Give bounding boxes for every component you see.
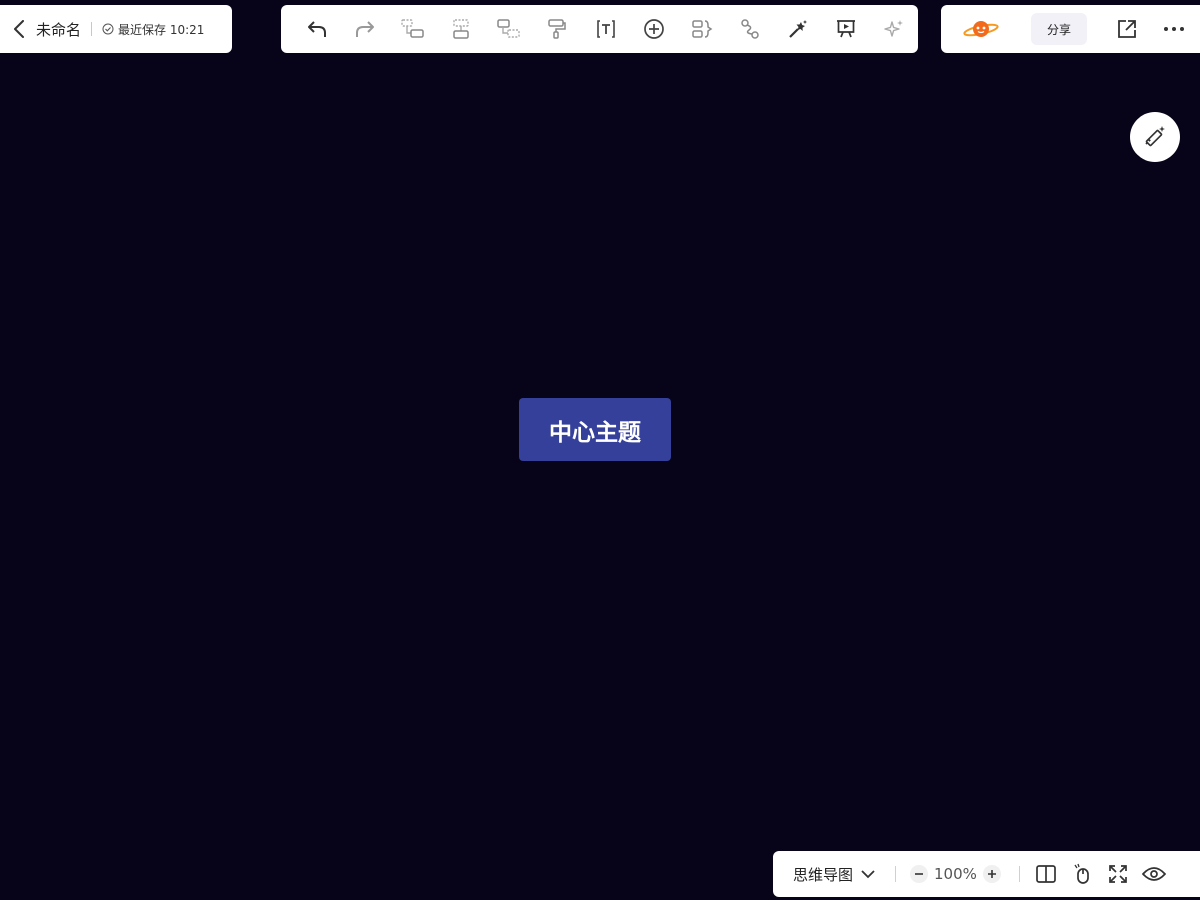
save-status: 最近保存 10:21 [102,21,204,38]
toolbar [281,5,918,53]
document-header: 未命名 最近保存 10:21 [0,5,232,53]
export-icon[interactable] [1111,13,1143,45]
undo-icon[interactable] [293,5,341,53]
add-parent-topic-icon[interactable] [485,5,533,53]
center-topic-node[interactable]: 中心主题 [519,398,671,461]
zoom-out-icon[interactable] [910,865,929,883]
relation-line-icon[interactable] [726,5,774,53]
app-logo-icon[interactable] [961,14,1001,44]
header-divider [91,22,93,36]
mode-label: 思维导图 [793,865,854,884]
zoom-level: 100% [934,865,977,883]
bottom-divider [895,866,897,882]
more-icon[interactable] [1158,13,1190,45]
insert-plus-icon[interactable] [630,5,678,53]
zoom-control: 100% [910,865,1001,883]
add-sibling-topic-icon[interactable] [437,5,485,53]
save-status-text: 最近保存 10:21 [118,22,205,37]
document-title[interactable]: 未命名 [36,19,81,40]
mode-dropdown[interactable]: 思维导图 [793,864,875,885]
add-child-topic-icon[interactable] [389,5,437,53]
ai-sparkle-icon[interactable] [870,5,918,53]
fullscreen-icon[interactable] [1100,856,1136,892]
preview-eye-icon[interactable] [1136,856,1172,892]
text-icon[interactable] [581,5,629,53]
style-magic-icon[interactable] [774,5,822,53]
magic-wand-icon [1145,126,1165,147]
redo-icon[interactable] [341,5,389,53]
ai-assist-button[interactable] [1130,112,1180,162]
bottom-bar: 思维导图 100% [773,851,1200,897]
presentation-icon[interactable] [822,5,870,53]
check-circle-icon [102,23,114,35]
chevron-down-icon [861,870,875,879]
summary-icon[interactable] [678,5,726,53]
right-header: 分享 [941,5,1200,53]
back-icon[interactable] [12,19,26,39]
bottom-divider-2 [1018,866,1020,882]
zoom-in-icon[interactable] [982,865,1001,883]
share-button[interactable]: 分享 [1031,13,1087,45]
format-painter-icon[interactable] [533,5,581,53]
split-view-icon[interactable] [1028,856,1064,892]
mouse-mode-icon[interactable] [1064,856,1100,892]
